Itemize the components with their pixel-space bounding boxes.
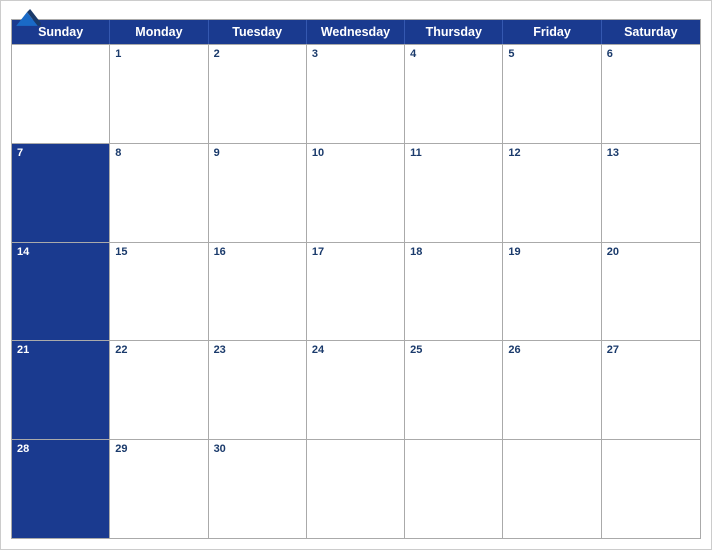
day-cell: 29	[110, 440, 208, 538]
weeks-container: 1234567891011121314151617181920212223242…	[12, 44, 700, 538]
day-cell: 20	[602, 243, 700, 341]
logo	[13, 9, 41, 29]
day-number: 23	[209, 341, 306, 359]
day-number: 2	[209, 45, 306, 63]
day-number: 7	[12, 144, 109, 162]
day-number: 9	[209, 144, 306, 162]
day-cell: 2	[209, 45, 307, 143]
day-number: 20	[602, 243, 700, 261]
day-number: 29	[110, 440, 207, 458]
day-header-monday: Monday	[110, 20, 208, 44]
day-number: 18	[405, 243, 502, 261]
week-row-4: 282930	[12, 439, 700, 538]
day-cell: 9	[209, 144, 307, 242]
day-header-wednesday: Wednesday	[307, 20, 405, 44]
day-cell: 4	[405, 45, 503, 143]
day-cell: 21	[12, 341, 110, 439]
day-number: 14	[12, 243, 109, 261]
week-row-2: 14151617181920	[12, 242, 700, 341]
day-number: 8	[110, 144, 207, 162]
calendar: SundayMondayTuesdayWednesdayThursdayFrid…	[0, 0, 712, 550]
day-number: 3	[307, 45, 404, 63]
day-cell	[503, 440, 601, 538]
day-cell: 19	[503, 243, 601, 341]
day-cell	[307, 440, 405, 538]
day-number: 30	[209, 440, 306, 458]
day-number: 15	[110, 243, 207, 261]
day-number: 10	[307, 144, 404, 162]
day-cell: 25	[405, 341, 503, 439]
day-cell: 7	[12, 144, 110, 242]
day-header-friday: Friday	[503, 20, 601, 44]
day-number: 5	[503, 45, 600, 63]
day-cell: 17	[307, 243, 405, 341]
day-header-thursday: Thursday	[405, 20, 503, 44]
day-cell: 27	[602, 341, 700, 439]
week-row-1: 78910111213	[12, 143, 700, 242]
day-number: 28	[12, 440, 109, 458]
day-cell: 28	[12, 440, 110, 538]
day-cell: 14	[12, 243, 110, 341]
day-cell: 11	[405, 144, 503, 242]
day-cell: 30	[209, 440, 307, 538]
day-cell: 26	[503, 341, 601, 439]
day-number: 19	[503, 243, 600, 261]
day-number: 13	[602, 144, 700, 162]
day-cell	[12, 45, 110, 143]
day-number: 24	[307, 341, 404, 359]
day-number: 22	[110, 341, 207, 359]
week-row-3: 21222324252627	[12, 340, 700, 439]
day-header-saturday: Saturday	[602, 20, 700, 44]
day-cell: 15	[110, 243, 208, 341]
day-number: 16	[209, 243, 306, 261]
day-cell: 8	[110, 144, 208, 242]
calendar-header	[1, 1, 711, 15]
calendar-grid: SundayMondayTuesdayWednesdayThursdayFrid…	[11, 19, 701, 539]
day-number: 12	[503, 144, 600, 162]
day-cell: 6	[602, 45, 700, 143]
day-number: 21	[12, 341, 109, 359]
day-number: 27	[602, 341, 700, 359]
week-row-0: 123456	[12, 44, 700, 143]
day-number: 17	[307, 243, 404, 261]
day-number: 1	[110, 45, 207, 63]
day-number: 6	[602, 45, 700, 63]
day-headers: SundayMondayTuesdayWednesdayThursdayFrid…	[12, 20, 700, 44]
day-header-tuesday: Tuesday	[209, 20, 307, 44]
day-cell: 3	[307, 45, 405, 143]
day-cell: 24	[307, 341, 405, 439]
day-cell: 23	[209, 341, 307, 439]
day-cell: 18	[405, 243, 503, 341]
day-cell: 1	[110, 45, 208, 143]
day-cell: 5	[503, 45, 601, 143]
day-cell: 10	[307, 144, 405, 242]
day-cell	[405, 440, 503, 538]
day-number: 26	[503, 341, 600, 359]
day-cell: 22	[110, 341, 208, 439]
logo-icon	[13, 9, 41, 29]
day-cell: 16	[209, 243, 307, 341]
day-cell	[602, 440, 700, 538]
day-number: 25	[405, 341, 502, 359]
day-number: 11	[405, 144, 502, 162]
day-cell: 12	[503, 144, 601, 242]
day-cell: 13	[602, 144, 700, 242]
day-number: 4	[405, 45, 502, 63]
